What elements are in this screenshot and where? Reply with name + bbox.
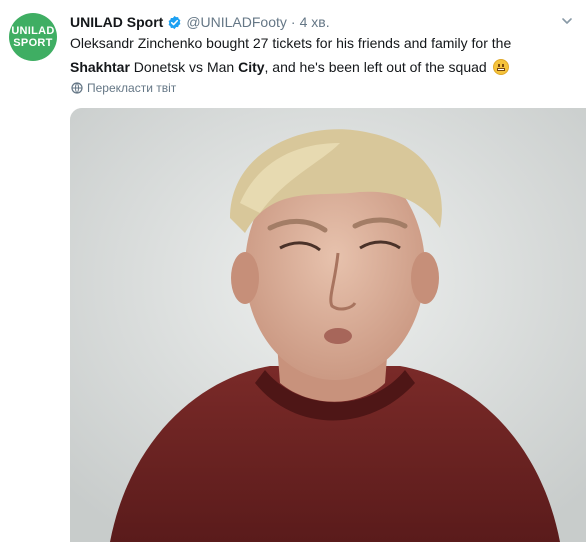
avatar-text-line1: UNILAD bbox=[11, 24, 55, 37]
translate-tweet-link[interactable]: Перекласти твіт bbox=[71, 81, 176, 95]
hashtag-shakhtar-link[interactable]: Shakhtar bbox=[70, 59, 130, 75]
tweet-text: Oleksandr Zinchenko bought 27 tickets fo… bbox=[70, 31, 570, 79]
globe-icon bbox=[71, 82, 83, 94]
account-handle[interactable]: @UNILADFooty bbox=[186, 14, 287, 30]
tweet-text-part3: , and he's been left out of the squad bbox=[264, 59, 487, 75]
avatar[interactable]: UNILAD SPORT bbox=[9, 13, 57, 61]
tweet-media-image[interactable] bbox=[70, 108, 586, 542]
tweet-text-part1: Oleksandr Zinchenko bought 27 tickets fo… bbox=[70, 35, 512, 51]
verified-badge-icon bbox=[167, 15, 182, 30]
tweet-header: UNILAD Sport @UNILADFooty · 4 хв. bbox=[70, 12, 330, 32]
tweet-text-part2: Donetsk vs Man bbox=[129, 59, 239, 75]
tweet-timestamp[interactable]: 4 хв. bbox=[300, 14, 330, 30]
account-name[interactable]: UNILAD Sport bbox=[70, 14, 163, 30]
player-photo bbox=[70, 108, 586, 542]
avatar-text-line2: SPORT bbox=[13, 36, 53, 49]
chevron-down-icon[interactable] bbox=[560, 14, 574, 28]
hashtag-city-link[interactable]: City bbox=[238, 59, 264, 75]
translate-label: Перекласти твіт bbox=[87, 81, 177, 95]
grimacing-face-emoji-icon bbox=[492, 59, 509, 75]
separator-dot: · bbox=[290, 14, 296, 30]
